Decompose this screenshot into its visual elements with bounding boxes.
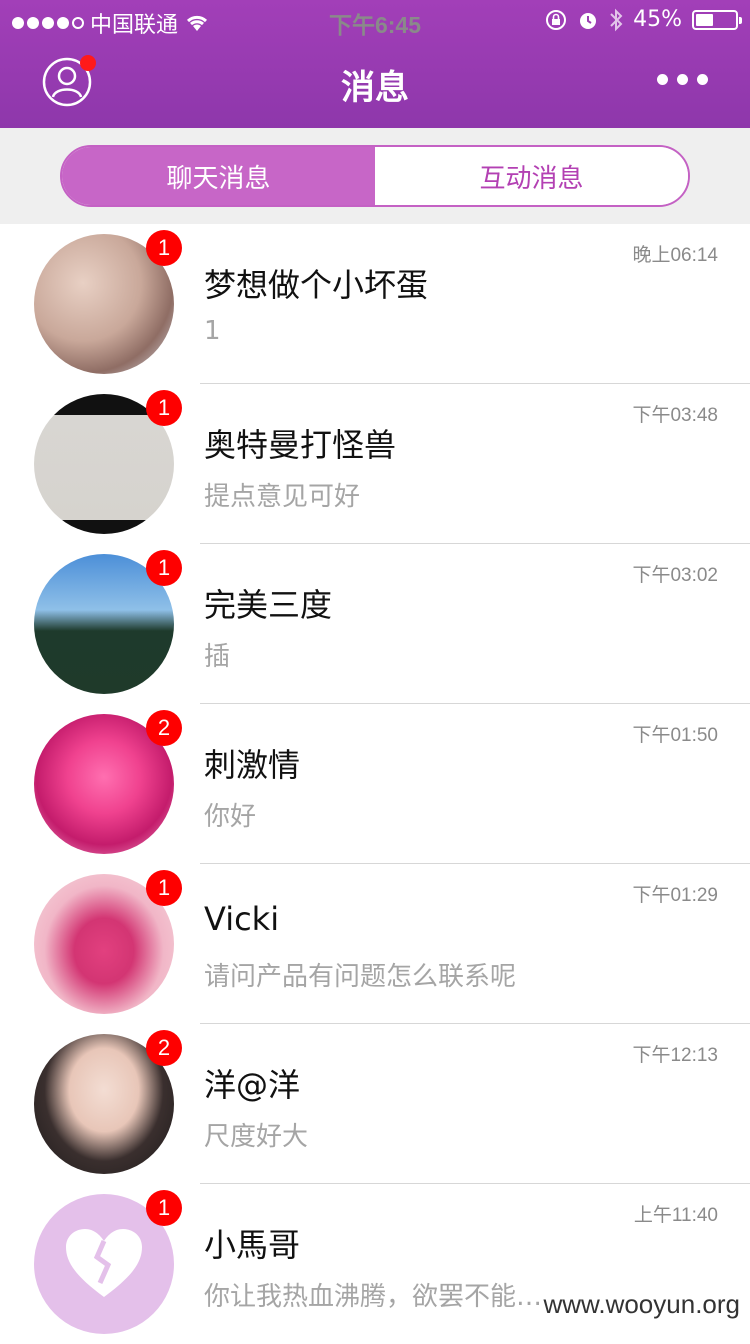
message-preview: 提点意见可好 [204, 476, 544, 513]
message-preview: 1 [204, 316, 544, 346]
unread-badge: 2 [146, 1030, 182, 1066]
rotation-lock-icon [545, 9, 567, 31]
message-preview: 你好 [204, 796, 544, 833]
message-time: 下午03:48 [632, 400, 718, 427]
status-bar: 中国联通 下午6:45 45% [0, 0, 750, 40]
unread-badge: 1 [146, 870, 182, 906]
broken-heart-icon [64, 1227, 144, 1301]
message-time: 下午12:13 [632, 1040, 718, 1067]
message-preview: 请问产品有问题怎么联系呢 [204, 956, 544, 993]
tab-interactive-messages[interactable]: 互动消息 [375, 147, 688, 205]
unread-badge: 1 [146, 550, 182, 586]
conversation-row[interactable]: 2 洋@洋 尺度好大 下午12:13 [0, 1024, 750, 1184]
message-time: 下午03:02 [632, 560, 718, 587]
message-time: 晚上06:14 [632, 240, 718, 267]
conversation-row[interactable]: 1 完美三度 插 下午03:02 [0, 544, 750, 704]
conversation-row[interactable]: 1 梦想做个小坏蛋 1 晚上06:14 [0, 224, 750, 384]
conversation-row[interactable]: 1 Vicki 请问产品有问题怎么联系呢 下午01:29 [0, 864, 750, 1024]
conversation-row[interactable]: 2 刺激情 你好 下午01:50 [0, 704, 750, 864]
page-title: 消息 [0, 60, 750, 109]
message-time: 下午01:50 [632, 720, 718, 747]
more-dots-icon[interactable] [657, 74, 708, 85]
contact-name: Vicki [204, 900, 279, 938]
contact-name: 完美三度 [204, 580, 332, 626]
alarm-icon [577, 9, 599, 31]
conversation-list: 1 梦想做个小坏蛋 1 晚上06:14 1 奥特曼打怪兽 提点意见可好 下午03… [0, 224, 750, 1344]
watermark: www.wooyun.org [543, 1289, 740, 1320]
segmented-control: 聊天消息 互动消息 [60, 145, 690, 207]
battery-percent: 45% [633, 7, 682, 32]
conversation-row[interactable]: 1 小馬哥 你让我热血沸腾，欲罢不能…… 上午11:40 [0, 1184, 750, 1344]
contact-name: 梦想做个小坏蛋 [204, 260, 428, 306]
unread-badge: 1 [146, 1190, 182, 1226]
tab-chat-messages[interactable]: 聊天消息 [62, 147, 375, 205]
tab-bar: 聊天消息 互动消息 [0, 128, 750, 224]
message-preview: 插 [204, 636, 544, 673]
conversation-row[interactable]: 1 奥特曼打怪兽 提点意见可好 下午03:48 [0, 384, 750, 544]
message-preview: 你让我热血沸腾，欲罢不能…… [204, 1276, 544, 1313]
contact-name: 奥特曼打怪兽 [204, 420, 396, 466]
app-header: 中国联通 下午6:45 45% [0, 0, 750, 128]
message-time: 上午11:40 [634, 1200, 718, 1227]
unread-badge: 1 [146, 230, 182, 266]
unread-badge: 2 [146, 710, 182, 746]
bluetooth-icon [609, 8, 623, 32]
battery-icon [692, 10, 738, 30]
message-time: 下午01:29 [632, 880, 718, 907]
unread-badge: 1 [146, 390, 182, 426]
contact-name: 小馬哥 [204, 1220, 300, 1266]
contact-name: 洋@洋 [204, 1060, 300, 1106]
contact-name: 刺激情 [204, 740, 300, 786]
message-preview: 尺度好大 [204, 1116, 544, 1153]
